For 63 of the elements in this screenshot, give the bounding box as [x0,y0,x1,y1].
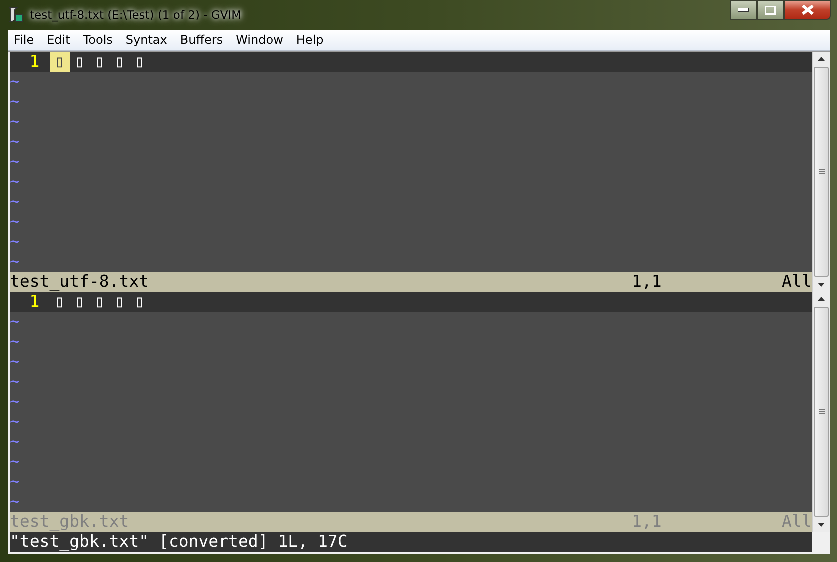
empty-line-marker: ~ [10,412,20,432]
status-filename: test_gbk.txt [10,512,130,532]
scroll-thumb[interactable] [814,307,829,517]
missing-glyph: ▯ [94,52,106,72]
empty-line-marker: ~ [10,452,20,472]
close-icon [802,5,814,15]
missing-glyph: ▯ [94,292,106,312]
status-position: 1,1 [632,512,663,532]
scrollbar[interactable] [812,52,830,292]
maximize-icon [765,6,776,14]
menu-item[interactable]: Edit [47,33,70,47]
empty-line-marker: ~ [10,252,20,272]
scroll-up-arrow-icon[interactable] [818,57,825,61]
empty-line-marker: ~ [10,112,20,132]
line-number: 1 [28,52,41,72]
app-icon [8,7,24,23]
status-filename: test_utf-8.txt [10,272,150,292]
empty-line-marker: ~ [10,92,20,112]
empty-line-marker: ~ [10,432,20,452]
empty-line-marker: ~ [10,372,20,392]
missing-glyph: ▯ [74,52,86,72]
missing-glyph: ▯ [114,52,126,72]
empty-line-marker: ~ [10,392,20,412]
empty-line-marker: ~ [10,352,20,372]
empty-line-marker: ~ [10,232,20,252]
line-number: 1 [28,292,41,312]
scroll-up-arrow-icon[interactable] [818,297,825,301]
scrollbar[interactable] [812,292,830,532]
empty-line-marker: ~ [10,212,20,232]
menu-item[interactable]: File [14,33,34,47]
menu-item[interactable]: Syntax [126,33,168,47]
empty-line-marker: ~ [10,472,20,492]
menu-item[interactable]: Help [296,33,324,47]
empty-line-marker: ~ [10,132,20,152]
menu-item[interactable]: Buffers [180,33,224,47]
window-title: test_utf-8.txt (E:\Test) (1 of 2) - GVIM [30,8,242,22]
empty-line-marker: ~ [10,72,20,92]
empty-line-marker: ~ [10,172,20,192]
missing-glyph: ▯ [114,292,126,312]
close-button[interactable] [784,0,831,20]
empty-line-marker: ~ [10,192,20,212]
maximize-button[interactable] [757,0,784,20]
empty-line-marker: ~ [10,492,20,512]
missing-glyph: ▯ [134,52,146,72]
missing-glyph: ▯ [134,292,146,312]
menu-item[interactable]: Window [236,33,284,47]
grip-icon [818,409,824,415]
scroll-down-arrow-icon[interactable] [818,283,825,287]
menu-item[interactable]: Tools [83,33,113,47]
minimize-icon [738,8,749,12]
status-position: 1,1 [632,272,663,292]
scroll-thumb[interactable] [814,67,829,277]
minimize-button[interactable] [730,0,757,20]
grip-icon [818,169,824,175]
missing-glyph: ▯ [74,292,86,312]
empty-line-marker: ~ [10,332,20,352]
status-scroll: All [782,272,812,292]
cursor-glyph: ▯ [50,52,70,72]
missing-glyph: ▯ [54,292,66,312]
status-scroll: All [782,512,812,532]
empty-line-marker: ~ [10,152,20,172]
empty-line-marker: ~ [10,312,20,332]
scroll-down-arrow-icon[interactable] [818,523,825,527]
